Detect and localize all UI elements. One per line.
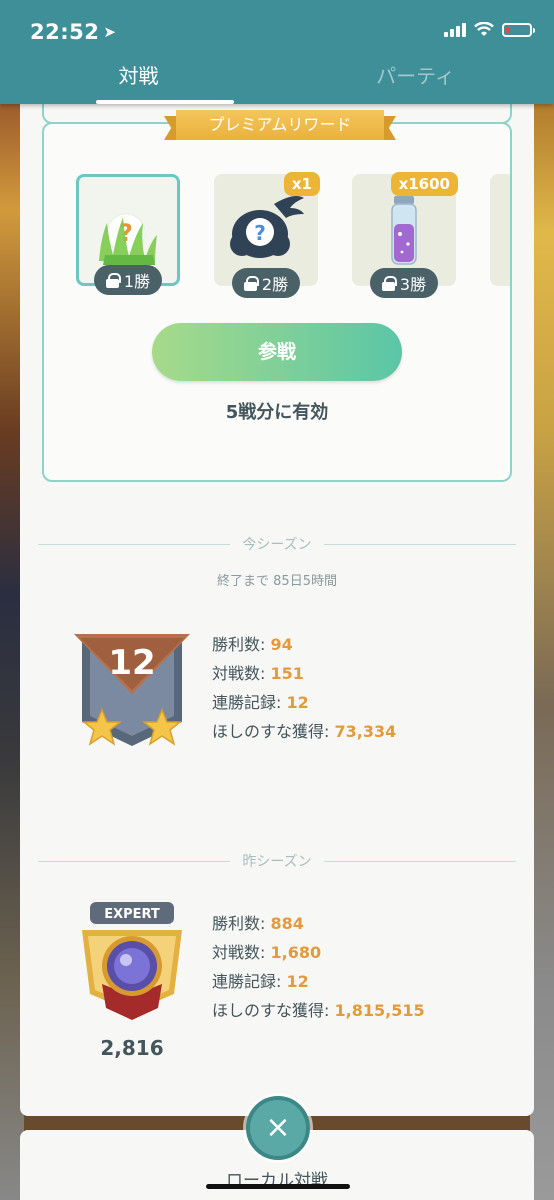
previous-season-label: 昨シーズン — [242, 854, 312, 870]
current-season-divider: 今シーズン — [38, 534, 516, 554]
stardust-bottle-icon — [391, 196, 417, 265]
rank-badge: 12 — [74, 634, 190, 754]
stat-row-streak: 連勝記録: 12 — [212, 693, 309, 712]
close-button[interactable]: × — [246, 1096, 310, 1160]
season-remaining-text: 終了まで 85日5時間 — [217, 574, 337, 589]
signal-icon — [444, 22, 466, 37]
rank-number: 12 — [108, 643, 155, 683]
mystery-grass-icon: ? — [99, 213, 157, 265]
stat-row-streak: 連勝記録: 12 — [212, 972, 309, 991]
stat-row-wins: 勝利数: 94 — [212, 635, 293, 654]
reward-item-4-partial[interactable] — [490, 174, 510, 286]
wifi-icon — [474, 22, 494, 36]
stat-row-wins: 勝利数: 884 — [212, 914, 304, 933]
reward-item-1[interactable]: ? 1勝 — [76, 174, 180, 295]
previous-season-divider: 昨シーズン — [38, 851, 516, 871]
close-icon: × — [265, 1110, 291, 1145]
stat-row-stardust: ほしのすな獲得: 1,815,515 — [212, 1001, 425, 1020]
reward-item-3[interactable]: x1600 3勝 — [352, 172, 458, 298]
tab-bar: 対戦 パーティ — [0, 56, 554, 104]
previous-season-stats: 勝利数: 884 対戦数: 1,680 連勝記録: 12 ほしのすな獲得: 1,… — [212, 909, 425, 1025]
current-season-stats: 勝利数: 94 対戦数: 151 連勝記録: 12 ほしのすな獲得: 73,33… — [212, 630, 396, 746]
lock-pill-1: 1勝 — [94, 265, 162, 295]
mystery-cloud-icon: ? — [230, 196, 304, 258]
tab-party[interactable]: パーティ — [277, 56, 554, 104]
reward-wins-label: 3勝 — [399, 275, 427, 294]
lock-icon — [105, 273, 121, 288]
tab-active-indicator — [96, 100, 234, 104]
reward-item-2[interactable]: x1 ? 2勝 — [214, 172, 320, 298]
rank-shield-icon: 12 — [74, 634, 190, 746]
location-arrow-icon: ➤ — [103, 23, 117, 41]
battery-icon — [502, 22, 535, 37]
top-header: 22:52 ➤ 対戦 パーティ — [0, 0, 554, 104]
valid-battles-text: 5戦分に有効 — [225, 402, 329, 423]
expert-label: EXPERT — [104, 907, 160, 922]
stat-row-battles: 対戦数: 151 — [212, 664, 304, 683]
current-season-label: 今シーズン — [242, 537, 312, 553]
expert-medal-icon: EXPERT — [82, 902, 182, 1020]
premium-reward-title: プレミアムリワード — [176, 110, 384, 140]
status-time: 22:52 ➤ — [30, 20, 116, 44]
stat-row-battles: 対戦数: 1,680 — [212, 943, 322, 962]
status-icons — [444, 22, 535, 37]
join-battle-button[interactable]: 参戦 — [152, 323, 402, 381]
status-time-text: 22:52 — [30, 20, 100, 44]
reward-wins-label: 2勝 — [261, 275, 289, 294]
stat-row-stardust: ほしのすな獲得: 73,334 — [212, 722, 397, 741]
lock-icon — [243, 276, 259, 291]
lock-pill-2: 2勝 — [232, 268, 300, 298]
premium-reward-ribbon: プレミアムリワード — [164, 110, 396, 140]
lock-icon — [381, 276, 397, 291]
svg-text:?: ? — [254, 221, 266, 245]
home-indicator — [206, 1184, 350, 1189]
reward-wins-label: 1勝 — [123, 272, 151, 291]
tab-battle[interactable]: 対戦 — [0, 56, 277, 104]
rating-value: 2,816 — [100, 1036, 164, 1060]
lock-pill-3: 3勝 — [370, 268, 438, 298]
